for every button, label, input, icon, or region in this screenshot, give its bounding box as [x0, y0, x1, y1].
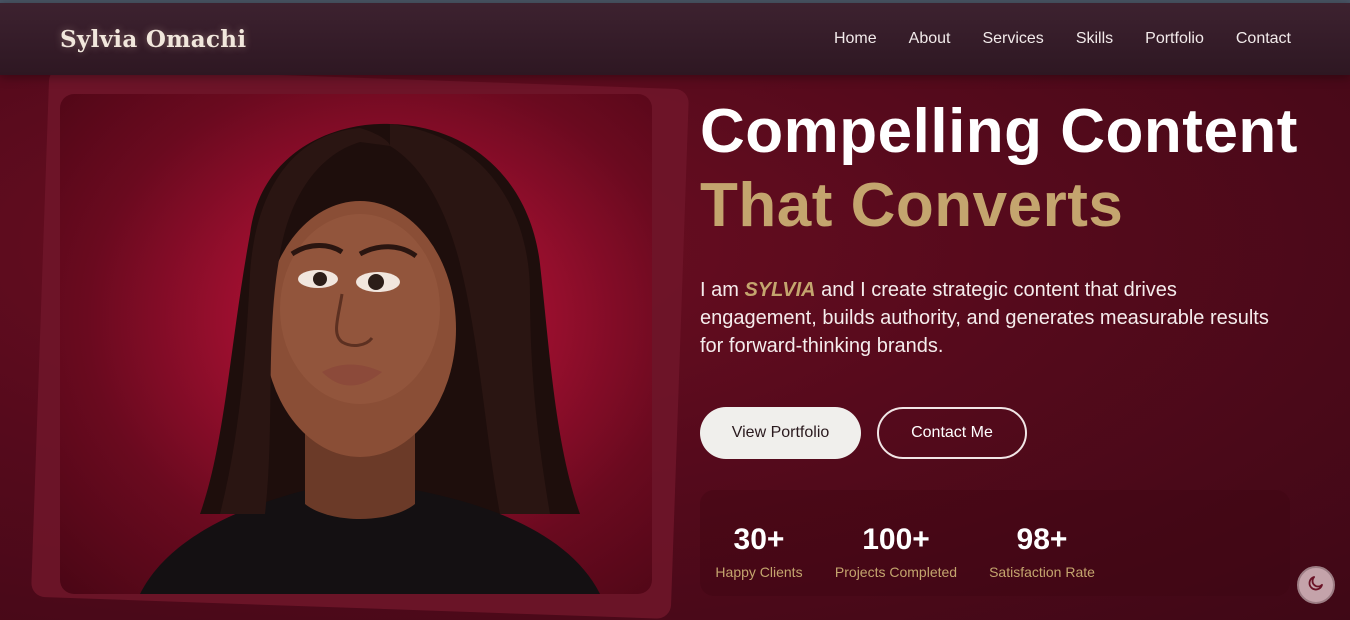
nav-services[interactable]: Services — [982, 30, 1043, 48]
stat-label: Projects Completed — [834, 564, 958, 580]
desc-name: SYLVIA — [744, 279, 816, 301]
stats-panel: 30+ Happy Clients 100+ Projects Complete… — [700, 490, 1290, 596]
stat-satisfaction-rate: 98+ Satisfaction Rate — [988, 522, 1096, 580]
stat-label: Satisfaction Rate — [989, 564, 1095, 580]
hero-title-line1: Compelling Content — [700, 97, 1298, 166]
hero-title-line2: That Converts — [700, 171, 1124, 240]
brand-logo[interactable]: Sylvia Omachi — [60, 26, 246, 53]
stat-value: 30+ — [733, 523, 785, 556]
stat-value: 98+ — [1016, 523, 1068, 556]
desc-prefix: I am — [700, 279, 739, 301]
nav-portfolio[interactable]: Portfolio — [1145, 30, 1204, 48]
moon-icon — [1307, 574, 1325, 597]
theme-toggle-button[interactable] — [1297, 566, 1335, 604]
hero-heading: Compelling Content That Converts — [700, 96, 1300, 244]
profile-photo — [60, 94, 652, 594]
site-header: Sylvia Omachi Home About Services Skills… — [0, 3, 1350, 75]
nav-contact[interactable]: Contact — [1236, 30, 1291, 48]
stat-value: 100+ — [862, 523, 930, 556]
main-nav: Home About Services Skills Portfolio Con… — [834, 30, 1291, 48]
view-portfolio-button[interactable]: View Portfolio — [700, 407, 861, 459]
stat-label: Happy Clients — [715, 564, 803, 580]
nav-skills[interactable]: Skills — [1076, 30, 1113, 48]
contact-me-button[interactable]: Contact Me — [877, 407, 1027, 459]
nav-about[interactable]: About — [909, 30, 951, 48]
stat-projects-completed: 100+ Projects Completed — [834, 522, 958, 580]
stat-happy-clients: 30+ Happy Clients — [715, 522, 803, 580]
hero-description: I am SYLVIA and I create strategic conte… — [700, 276, 1290, 360]
nav-home[interactable]: Home — [834, 30, 877, 48]
